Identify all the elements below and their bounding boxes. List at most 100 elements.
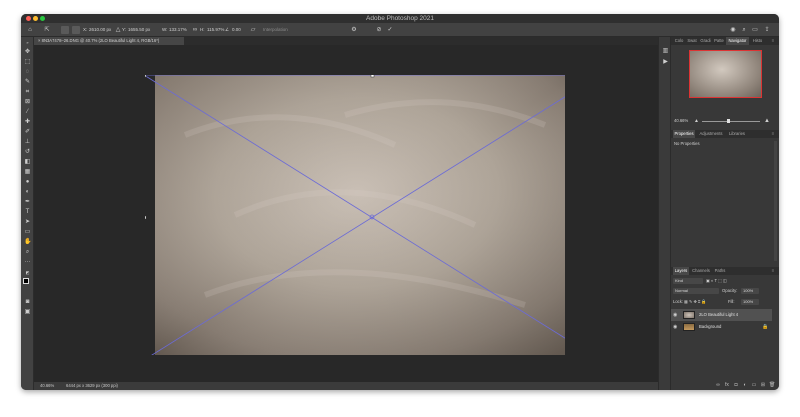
relative-position-icon[interactable]: △	[115, 26, 121, 34]
tab-swatches[interactable]: Swat	[686, 37, 698, 45]
pen-tool-icon[interactable]: ✒	[24, 199, 31, 206]
new-layer-icon[interactable]: ⊞	[760, 382, 766, 388]
layer-name[interactable]: 2LO Beautiful Light 4	[699, 309, 738, 321]
crop-tool-icon[interactable]: ⌗	[24, 89, 31, 96]
adjustment-layer-icon[interactable]: ◐	[742, 382, 748, 388]
properties-scrollbar[interactable]	[774, 141, 777, 261]
screen-mode-icon[interactable]: ▣	[24, 309, 31, 316]
opacity-label: Opacity:	[722, 288, 738, 293]
tab-libraries[interactable]: Libraries	[727, 130, 747, 138]
delete-layer-icon[interactable]: 🗑	[769, 382, 775, 388]
properties-menu-icon[interactable]: ≡	[769, 130, 777, 138]
search-icon[interactable]: ⌕	[740, 26, 748, 34]
layer-filter-icons[interactable]: ▣◐T⬚◫	[706, 278, 728, 284]
y-field[interactable]: 1655.50 px	[128, 26, 150, 34]
healing-brush-tool-icon[interactable]: ✚	[24, 119, 31, 126]
link-icon[interactable]: ∞	[192, 26, 198, 34]
layer-row-background[interactable]: ◉ Background 🔒	[671, 321, 772, 333]
navigator-slider-thumb[interactable]	[727, 119, 730, 123]
canvas-area[interactable]	[34, 45, 658, 382]
new-group-icon[interactable]: ▭	[751, 382, 757, 388]
layer-kind-filter[interactable]: Kind	[673, 278, 703, 284]
toolbar-collapse-icon[interactable]: »	[24, 39, 31, 46]
navigator-zoom-slider[interactable]	[702, 121, 760, 122]
type-tool-icon[interactable]: T	[24, 209, 31, 216]
marquee-tool-icon[interactable]: ⬚	[24, 59, 31, 66]
dodge-tool-icon[interactable]: ◐	[24, 189, 31, 196]
move-tool-icon[interactable]: ✥	[24, 49, 31, 56]
workspace-icon[interactable]: ▭	[751, 26, 759, 34]
tab-channels[interactable]: Channels	[691, 267, 711, 275]
quick-mask-icon[interactable]: ◙	[24, 299, 31, 306]
panel-menu-icon[interactable]: ≡	[769, 37, 777, 45]
cancel-transform-icon[interactable]: ⊘	[375, 26, 383, 34]
brush-tool-icon[interactable]: ✐	[24, 129, 31, 136]
default-colors-icon[interactable]: ◩	[24, 269, 31, 276]
clone-stamp-tool-icon[interactable]: ⊥	[24, 139, 31, 146]
tab-patterns[interactable]: Patte	[713, 37, 725, 45]
tab-gradients[interactable]: Gradi	[699, 37, 712, 45]
photoshop-window: Adobe Photoshop 2021 ⌂ ⇱ X: 2610.00 px △…	[21, 14, 779, 390]
puppet-warp-icon[interactable]: ⚙	[350, 26, 358, 34]
blend-mode-dropdown[interactable]: Normal	[673, 288, 719, 294]
lasso-tool-icon[interactable]: ◌	[24, 69, 31, 76]
layers-menu-icon[interactable]: ≡	[769, 267, 777, 275]
commit-transform-icon[interactable]: ✓	[386, 26, 394, 34]
layer-name[interactable]: Background	[699, 321, 721, 333]
lock-icon[interactable]: 🔒	[762, 321, 768, 333]
gradient-tool-icon[interactable]: ▦	[24, 169, 31, 176]
navigator-preview[interactable]	[689, 50, 762, 98]
layer-thumbnail	[683, 311, 695, 319]
actions-panel-icon[interactable]: ▶	[662, 58, 669, 66]
tab-paths[interactable]: Paths	[713, 267, 727, 275]
fill-field[interactable]: 100%	[741, 299, 759, 305]
visibility-eye-icon[interactable]: ◉	[673, 309, 677, 321]
eyedropper-tool-icon[interactable]: ⁄	[24, 109, 31, 116]
document-tab[interactable]: × 8N3A7478–26.DNG @ 40.7% (2LO Beautiful…	[34, 37, 184, 45]
blur-tool-icon[interactable]: ●	[24, 179, 31, 186]
status-zoom[interactable]: 40.66%	[40, 382, 54, 390]
hand-tool-icon[interactable]: ✋	[24, 239, 31, 246]
history-brush-tool-icon[interactable]: ↺	[24, 149, 31, 156]
add-mask-icon[interactable]: ◘	[733, 382, 739, 388]
zoom-tool-icon[interactable]: ⌕	[24, 249, 31, 256]
tab-properties[interactable]: Properties	[673, 130, 695, 138]
layer-row-selected[interactable]: ◉ 2LO Beautiful Light 4	[671, 309, 772, 321]
document-canvas[interactable]	[145, 75, 565, 355]
layer-style-icon[interactable]: fx	[724, 382, 730, 388]
link-layers-icon[interactable]: ∞	[715, 382, 721, 388]
eraser-tool-icon[interactable]: ◧	[24, 159, 31, 166]
zoom-out-icon[interactable]: ▲	[694, 118, 699, 124]
path-selection-tool-icon[interactable]: ➤	[24, 219, 31, 226]
rectangle-tool-icon[interactable]: ▭	[24, 229, 31, 236]
status-doc-size[interactable]: 6444 px x 3629 px (300 ppi)	[66, 382, 118, 390]
lock-icons[interactable]: ▦✎✥⌗🔒	[684, 299, 708, 305]
navigator-zoom-value[interactable]: 40.66%	[674, 118, 688, 124]
quick-selection-tool-icon[interactable]: ✎	[24, 79, 31, 86]
tab-navigator[interactable]: Navigator	[726, 37, 749, 45]
tab-color[interactable]: Colo	[673, 37, 685, 45]
home-icon[interactable]: ⌂	[26, 26, 34, 34]
interpolation-dropdown[interactable]: Interpolation	[263, 26, 288, 34]
right-panel-dock: Colo Swat Gradi Patte Navigator Histo ≡ …	[671, 37, 779, 390]
tab-layers[interactable]: Layers	[673, 267, 689, 275]
x-field[interactable]: 2610.00 px	[89, 26, 111, 34]
tab-adjustments[interactable]: Adjustments	[697, 130, 725, 138]
opacity-field[interactable]: 100%	[741, 288, 759, 294]
angle-field[interactable]: 0.00	[232, 26, 241, 34]
h-field[interactable]: 115.97%	[207, 26, 224, 34]
frame-tool-icon[interactable]: ⊠	[24, 99, 31, 106]
share-icon[interactable]: ⇪	[763, 26, 771, 34]
edit-toolbar-icon[interactable]: ···	[24, 259, 31, 266]
learn-icon[interactable]: ◉	[729, 26, 737, 34]
foreground-color-swatch[interactable]	[23, 278, 29, 284]
tab-histogram[interactable]: Histo	[751, 37, 764, 45]
zoom-in-icon[interactable]: ▲	[764, 118, 770, 124]
move-tool-preset-icon[interactable]: ⇱	[43, 26, 51, 34]
reference-point-grid-icon[interactable]	[72, 26, 80, 34]
w-field[interactable]: 133.17%	[169, 26, 187, 34]
skew-icon[interactable]: ▱	[250, 26, 256, 34]
history-panel-icon[interactable]: ▥	[662, 47, 669, 55]
reference-point-toggle[interactable]	[61, 26, 69, 34]
visibility-eye-icon[interactable]: ◉	[673, 321, 677, 333]
